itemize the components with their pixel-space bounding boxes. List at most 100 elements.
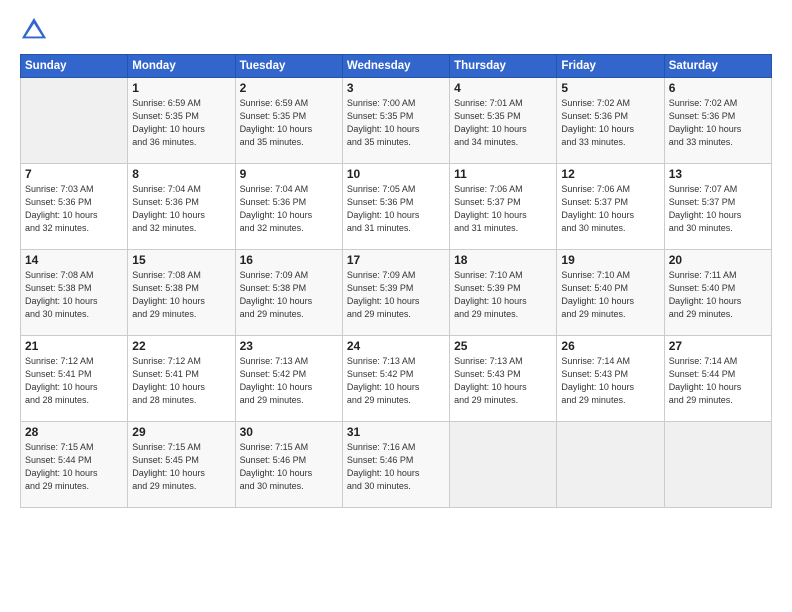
day-detail: Sunrise: 7:14 AM Sunset: 5:43 PM Dayligh…: [561, 355, 659, 407]
day-detail: Sunrise: 7:06 AM Sunset: 5:37 PM Dayligh…: [454, 183, 552, 235]
day-header-tuesday: Tuesday: [235, 55, 342, 78]
day-number: 22: [132, 339, 230, 353]
day-number: 21: [25, 339, 123, 353]
day-number: 24: [347, 339, 445, 353]
day-header-sunday: Sunday: [21, 55, 128, 78]
day-number: 28: [25, 425, 123, 439]
logo-icon: [20, 16, 48, 44]
day-number: 16: [240, 253, 338, 267]
calendar-cell: 19Sunrise: 7:10 AM Sunset: 5:40 PM Dayli…: [557, 250, 664, 336]
day-detail: Sunrise: 7:16 AM Sunset: 5:46 PM Dayligh…: [347, 441, 445, 493]
week-row-2: 7Sunrise: 7:03 AM Sunset: 5:36 PM Daylig…: [21, 164, 772, 250]
day-detail: Sunrise: 6:59 AM Sunset: 5:35 PM Dayligh…: [240, 97, 338, 149]
day-number: 31: [347, 425, 445, 439]
day-detail: Sunrise: 6:59 AM Sunset: 5:35 PM Dayligh…: [132, 97, 230, 149]
day-number: 27: [669, 339, 767, 353]
day-number: 30: [240, 425, 338, 439]
day-detail: Sunrise: 7:13 AM Sunset: 5:42 PM Dayligh…: [347, 355, 445, 407]
calendar-cell: 14 Sunrise: 7:08 AM Sunset: 5:38 PM Dayli…: [21, 250, 128, 336]
day-number: 9: [240, 167, 338, 181]
day-detail: Sunrise: 7:00 AM Sunset: 5:35 PM Dayligh…: [347, 97, 445, 149]
day-number: 4: [454, 81, 552, 95]
day-detail: Sunrise: 7:12 AM Sunset: 5:41 PM Dayligh…: [132, 355, 230, 407]
day-number: 14: [25, 253, 123, 267]
day-header-monday: Monday: [128, 55, 235, 78]
calendar-cell: 20Sunrise: 7:11 AM Sunset: 5:40 PM Dayli…: [664, 250, 771, 336]
calendar-cell: 30 Sunrise: 7:15 AM Sunset: 5:46 PM Dayli…: [235, 422, 342, 508]
calendar-container: SundayMondayTuesdayWednesdayThursdayFrid…: [0, 0, 792, 612]
day-detail: Sunrise: 7:09 AM Sunset: 5:39 PM Dayligh…: [347, 269, 445, 321]
day-number: 29: [132, 425, 230, 439]
calendar-cell: 17 Sunrise: 7:09 AM Sunset: 5:39 PM Dayli…: [342, 250, 449, 336]
day-detail: Sunrise: 7:13 AM Sunset: 5:43 PM Dayligh…: [454, 355, 552, 407]
day-number: 5: [561, 81, 659, 95]
day-detail: Sunrise: 7:13 AM Sunset: 5:42 PM Dayligh…: [240, 355, 338, 407]
calendar-cell: 25 Sunrise: 7:13 AM Sunset: 5:43 PM Dayli…: [450, 336, 557, 422]
week-row-5: 28 Sunrise: 7:15 AM Sunset: 5:44 PM Dayli…: [21, 422, 772, 508]
day-number: 2: [240, 81, 338, 95]
calendar-cell: 2 Sunrise: 6:59 AM Sunset: 5:35 PM Daylig…: [235, 78, 342, 164]
calendar-cell: 1 Sunrise: 6:59 AM Sunset: 5:35 PM Daylig…: [128, 78, 235, 164]
day-detail: Sunrise: 7:11 AM Sunset: 5:40 PM Dayligh…: [669, 269, 767, 321]
day-number: 3: [347, 81, 445, 95]
day-number: 10: [347, 167, 445, 181]
day-number: 6: [669, 81, 767, 95]
day-detail: Sunrise: 7:04 AM Sunset: 5:36 PM Dayligh…: [132, 183, 230, 235]
day-detail: Sunrise: 7:15 AM Sunset: 5:44 PM Dayligh…: [25, 441, 123, 493]
day-header-thursday: Thursday: [450, 55, 557, 78]
calendar-cell: 28 Sunrise: 7:15 AM Sunset: 5:44 PM Dayli…: [21, 422, 128, 508]
calendar-cell: 8 Sunrise: 7:04 AM Sunset: 5:36 PM Daylig…: [128, 164, 235, 250]
day-number: 25: [454, 339, 552, 353]
calendar-cell: [450, 422, 557, 508]
calendar-cell: 3 Sunrise: 7:00 AM Sunset: 5:35 PM Daylig…: [342, 78, 449, 164]
calendar-cell: [21, 78, 128, 164]
day-detail: Sunrise: 7:01 AM Sunset: 5:35 PM Dayligh…: [454, 97, 552, 149]
day-number: 15: [132, 253, 230, 267]
day-detail: Sunrise: 7:04 AM Sunset: 5:36 PM Dayligh…: [240, 183, 338, 235]
calendar-cell: 7Sunrise: 7:03 AM Sunset: 5:36 PM Daylig…: [21, 164, 128, 250]
calendar-cell: 15 Sunrise: 7:08 AM Sunset: 5:38 PM Dayli…: [128, 250, 235, 336]
calendar-cell: 11 Sunrise: 7:06 AM Sunset: 5:37 PM Dayli…: [450, 164, 557, 250]
day-detail: Sunrise: 7:07 AM Sunset: 5:37 PM Dayligh…: [669, 183, 767, 235]
day-number: 18: [454, 253, 552, 267]
calendar-cell: 12Sunrise: 7:06 AM Sunset: 5:37 PM Dayli…: [557, 164, 664, 250]
day-number: 1: [132, 81, 230, 95]
calendar-cell: 5 Sunrise: 7:02 AM Sunset: 5:36 PM Daylig…: [557, 78, 664, 164]
week-row-1: 1 Sunrise: 6:59 AM Sunset: 5:35 PM Daylig…: [21, 78, 772, 164]
day-header-friday: Friday: [557, 55, 664, 78]
calendar-cell: [664, 422, 771, 508]
day-detail: Sunrise: 7:15 AM Sunset: 5:46 PM Dayligh…: [240, 441, 338, 493]
day-detail: Sunrise: 7:02 AM Sunset: 5:36 PM Dayligh…: [561, 97, 659, 149]
calendar-cell: 16 Sunrise: 7:09 AM Sunset: 5:38 PM Dayli…: [235, 250, 342, 336]
header: [20, 16, 772, 44]
day-number: 8: [132, 167, 230, 181]
calendar-cell: 9 Sunrise: 7:04 AM Sunset: 5:36 PM Daylig…: [235, 164, 342, 250]
day-number: 12: [561, 167, 659, 181]
day-number: 11: [454, 167, 552, 181]
day-detail: Sunrise: 7:05 AM Sunset: 5:36 PM Dayligh…: [347, 183, 445, 235]
calendar-cell: 29 Sunrise: 7:15 AM Sunset: 5:45 PM Dayli…: [128, 422, 235, 508]
day-detail: Sunrise: 7:09 AM Sunset: 5:38 PM Dayligh…: [240, 269, 338, 321]
day-number: 7: [25, 167, 123, 181]
calendar-header-row: SundayMondayTuesdayWednesdayThursdayFrid…: [21, 55, 772, 78]
calendar-cell: 10 Sunrise: 7:05 AM Sunset: 5:36 PM Dayli…: [342, 164, 449, 250]
calendar-cell: [557, 422, 664, 508]
day-detail: Sunrise: 7:08 AM Sunset: 5:38 PM Dayligh…: [25, 269, 123, 321]
calendar-cell: 6 Sunrise: 7:02 AM Sunset: 5:36 PM Daylig…: [664, 78, 771, 164]
day-header-saturday: Saturday: [664, 55, 771, 78]
day-number: 26: [561, 339, 659, 353]
calendar-cell: 23Sunrise: 7:13 AM Sunset: 5:42 PM Dayli…: [235, 336, 342, 422]
day-header-wednesday: Wednesday: [342, 55, 449, 78]
day-detail: Sunrise: 7:10 AM Sunset: 5:40 PM Dayligh…: [561, 269, 659, 321]
week-row-3: 14 Sunrise: 7:08 AM Sunset: 5:38 PM Dayli…: [21, 250, 772, 336]
day-detail: Sunrise: 7:14 AM Sunset: 5:44 PM Dayligh…: [669, 355, 767, 407]
day-detail: Sunrise: 7:15 AM Sunset: 5:45 PM Dayligh…: [132, 441, 230, 493]
day-detail: Sunrise: 7:02 AM Sunset: 5:36 PM Dayligh…: [669, 97, 767, 149]
day-detail: Sunrise: 7:10 AM Sunset: 5:39 PM Dayligh…: [454, 269, 552, 321]
calendar-cell: 22 Sunrise: 7:12 AM Sunset: 5:41 PM Dayli…: [128, 336, 235, 422]
day-detail: Sunrise: 7:08 AM Sunset: 5:38 PM Dayligh…: [132, 269, 230, 321]
calendar-cell: 27 Sunrise: 7:14 AM Sunset: 5:44 PM Dayli…: [664, 336, 771, 422]
day-number: 13: [669, 167, 767, 181]
day-number: 17: [347, 253, 445, 267]
calendar-cell: 26 Sunrise: 7:14 AM Sunset: 5:43 PM Dayli…: [557, 336, 664, 422]
